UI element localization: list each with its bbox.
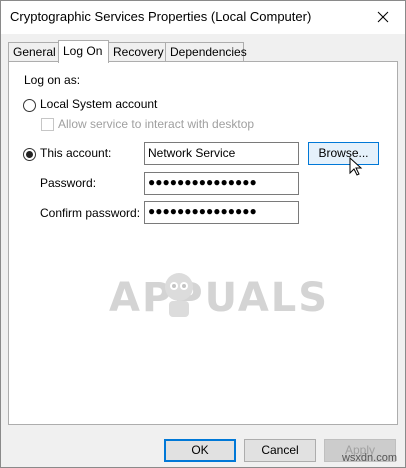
tab-label: Recovery [113, 45, 164, 59]
ok-button[interactable]: OK [164, 439, 236, 462]
tab-dependencies[interactable]: Dependencies [165, 42, 247, 61]
appuals-watermark-text: APPUALS [109, 275, 330, 321]
account-name-field[interactable]: Network Service [144, 142, 299, 165]
log-on-as-heading: Log on as: [24, 73, 81, 87]
mouse-pointer-icon [349, 157, 363, 176]
site-credit: wsxdn.com [341, 452, 397, 464]
tab-label: Log On [63, 44, 103, 58]
local-system-radio[interactable] [23, 99, 36, 112]
confirm-password-label: Confirm password: [40, 206, 141, 220]
radio-selected-dot [26, 151, 33, 158]
close-icon [377, 11, 389, 23]
allow-interact-label: Allow service to interact with desktop [58, 117, 255, 131]
log-on-panel: Log on as: Local System account Allow se… [8, 61, 398, 425]
password-field[interactable]: ●●●●●●●●●●●●●●● [144, 172, 299, 195]
close-button[interactable] [361, 1, 405, 33]
properties-dialog: Cryptographic Services Properties (Local… [0, 0, 406, 468]
confirm-password-field[interactable]: ●●●●●●●●●●●●●●● [144, 201, 299, 224]
this-account-label[interactable]: This account: [40, 146, 111, 160]
title-bar: Cryptographic Services Properties (Local… [1, 1, 405, 34]
window-title: Cryptographic Services Properties (Local… [10, 9, 312, 24]
this-account-radio[interactable] [23, 148, 36, 161]
password-label: Password: [40, 176, 97, 190]
appuals-mascot-icon [165, 273, 193, 317]
tab-label: Dependencies [170, 45, 247, 59]
local-system-label[interactable]: Local System account [40, 97, 157, 111]
browse-button[interactable]: Browse... [308, 142, 379, 165]
tab-general[interactable]: General [8, 42, 59, 61]
tab-label: General [13, 45, 56, 59]
tab-log-on[interactable]: Log On [58, 40, 109, 63]
cancel-button[interactable]: Cancel [244, 439, 316, 462]
tab-recovery[interactable]: Recovery [108, 42, 166, 61]
allow-interact-checkbox[interactable] [41, 118, 54, 131]
